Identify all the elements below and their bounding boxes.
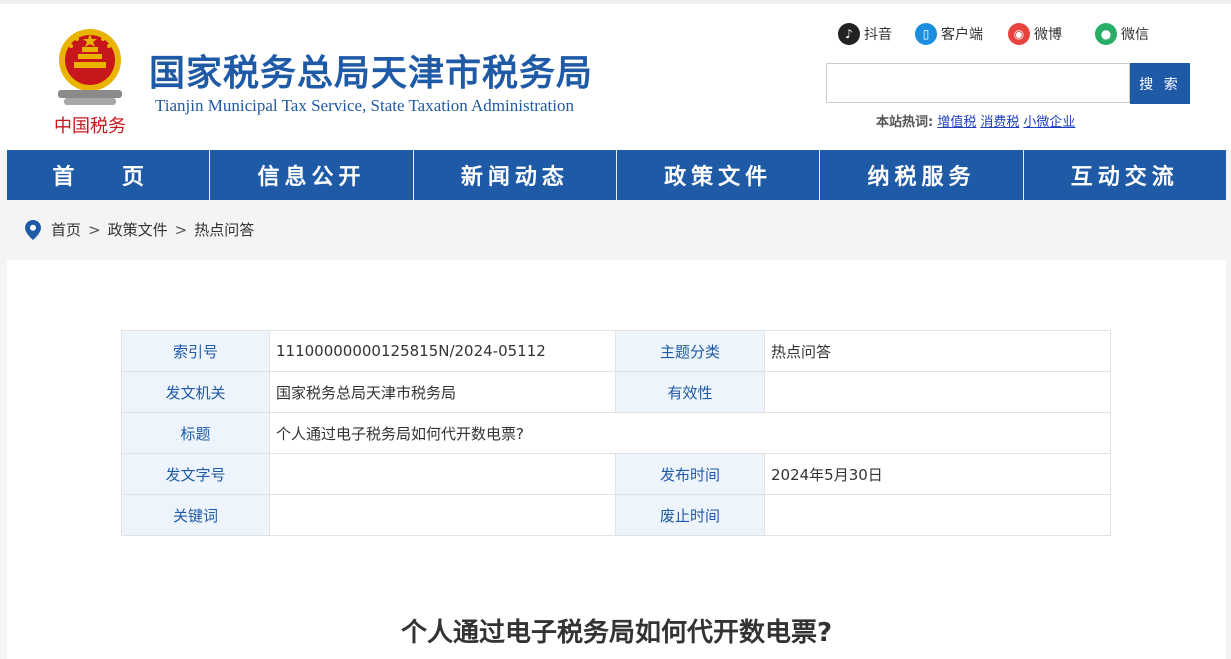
douyin-link[interactable]: ♪ 抖音 xyxy=(838,23,892,45)
expire-date-value xyxy=(764,494,1111,536)
breadcrumb: 首页 > 政策文件 > 热点问答 xyxy=(25,219,254,240)
site-subtitle: Tianjin Municipal Tax Service, State Tax… xyxy=(155,96,574,115)
search-button[interactable]: 搜 索 xyxy=(1130,63,1190,104)
breadcrumb-home[interactable]: 首页 xyxy=(51,219,81,240)
table-row: 关键词 废止时间 xyxy=(121,494,1111,536)
document-meta-table: 索引号 11100000000125815N/2024-05112 主题分类 热… xyxy=(121,330,1111,536)
breadcrumb-current: 热点问答 xyxy=(194,221,255,239)
weibo-label: 微博 xyxy=(1034,27,1062,43)
national-emblem-logo[interactable]: 中国税务 xyxy=(44,24,136,139)
publish-date-label: 发布时间 xyxy=(615,453,765,495)
main-nav: 首 页 信息公开 新闻动态 政策文件 纳税服务 互动交流 xyxy=(7,150,1226,200)
breadcrumb-separator: > xyxy=(174,220,188,239)
validity-value xyxy=(764,371,1111,413)
site-title[interactable]: 国家税务总局天津市税务局 xyxy=(149,44,593,96)
nav-policy[interactable]: 政策文件 xyxy=(615,150,819,200)
hot-words-label: 本站热词: xyxy=(876,115,934,130)
mobile-app-link[interactable]: ▯ 客户端 xyxy=(915,23,983,45)
nav-home[interactable]: 首 页 xyxy=(7,150,209,200)
publish-date-value: 2024年5月30日 xyxy=(764,453,1111,495)
mobile-app-icon: ▯ xyxy=(915,23,937,45)
title-label: 标题 xyxy=(121,412,270,454)
table-row: 发文字号 发布时间 2024年5月30日 xyxy=(121,453,1111,495)
title-value: 个人通过电子税务局如何代开数电票? xyxy=(269,412,1111,454)
page: 中国税务 国家税务总局天津市税务局 Tianjin Municipal Tax … xyxy=(0,0,1231,659)
weibo-icon: ◉ xyxy=(1008,23,1030,45)
article-content: 索引号 11100000000125815N/2024-05112 主题分类 热… xyxy=(7,260,1226,659)
emblem-caption: 中国税务 xyxy=(54,116,126,137)
douyin-icon: ♪ xyxy=(838,23,860,45)
doc-no-value xyxy=(269,453,616,495)
breadcrumb-policy[interactable]: 政策文件 xyxy=(108,219,168,240)
nav-interaction[interactable]: 互动交流 xyxy=(1022,150,1226,200)
table-row: 发文机关 国家税务总局天津市税务局 有效性 xyxy=(121,371,1111,413)
validity-label: 有效性 xyxy=(615,371,765,413)
douyin-label: 抖音 xyxy=(864,27,892,43)
hot-word-link[interactable]: 增值税 xyxy=(937,115,976,130)
table-row: 标题 个人通过电子税务局如何代开数电票? xyxy=(121,412,1111,454)
location-pin-icon xyxy=(25,219,41,240)
hot-word-link[interactable]: 小微企业 xyxy=(1023,115,1075,130)
table-row: 索引号 11100000000125815N/2024-05112 主题分类 热… xyxy=(121,330,1111,372)
topic-value: 热点问答 xyxy=(764,330,1111,372)
nav-info-disclosure[interactable]: 信息公开 xyxy=(209,150,412,200)
keywords-label: 关键词 xyxy=(121,494,270,536)
issuer-value: 国家税务总局天津市税务局 xyxy=(269,371,616,413)
wechat-label: 微信 xyxy=(1121,27,1149,43)
index-no-label: 索引号 xyxy=(121,330,270,372)
keywords-value xyxy=(269,494,616,536)
hot-words: 本站热词: 增值税 消费税 小微企业 xyxy=(876,111,1079,130)
doc-no-label: 发文字号 xyxy=(121,453,270,495)
expire-date-label: 废止时间 xyxy=(615,494,765,536)
search-input[interactable] xyxy=(826,63,1130,103)
wechat-link[interactable]: ● 微信 xyxy=(1095,23,1149,45)
nav-tax-service[interactable]: 纳税服务 xyxy=(819,150,1022,200)
breadcrumb-separator: > xyxy=(88,220,101,239)
weibo-link[interactable]: ◉ 微博 xyxy=(1008,23,1062,45)
index-no-value: 11100000000125815N/2024-05112 xyxy=(269,330,616,372)
hot-word-link[interactable]: 消费税 xyxy=(980,115,1019,130)
wechat-icon: ● xyxy=(1095,23,1117,45)
site-header: 中国税务 国家税务总局天津市税务局 Tianjin Municipal Tax … xyxy=(0,0,1231,150)
mobile-app-label: 客户端 xyxy=(941,27,983,43)
topic-label: 主题分类 xyxy=(615,330,765,372)
article-title: 个人通过电子税务局如何代开数电票? xyxy=(400,618,833,648)
issuer-label: 发文机关 xyxy=(121,371,270,413)
nav-news[interactable]: 新闻动态 xyxy=(412,150,616,200)
